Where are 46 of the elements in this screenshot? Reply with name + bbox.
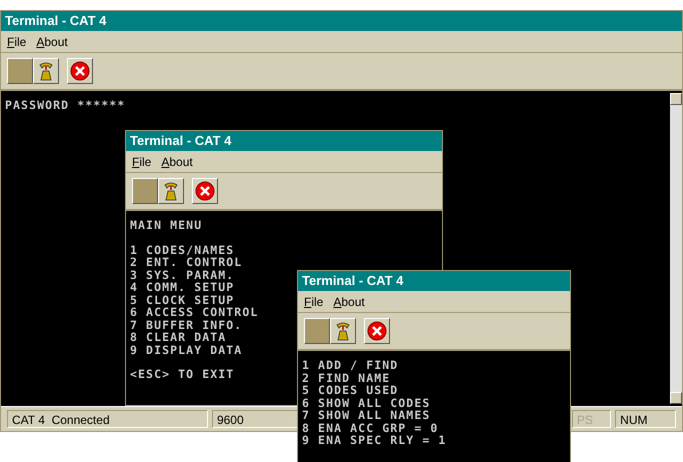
terminal-line: <ESC> TO EXIT — [130, 368, 234, 380]
terminal-line: 6 SHOW ALL CODES — [302, 396, 430, 409]
terminal-line: 2 ENT. CONTROL — [130, 256, 242, 268]
menu-item[interactable]: About — [161, 154, 193, 168]
terminal-line: 7 BUFFER INFO. — [130, 318, 242, 331]
phone-button[interactable] — [330, 318, 356, 344]
terminal-line: 1 ADD / FIND — [302, 359, 398, 372]
phone-button[interactable] — [158, 178, 184, 204]
telephone-icon — [335, 321, 351, 341]
window-title: Terminal - CAT 4 — [126, 131, 442, 151]
blank-toolbar-button[interactable] — [132, 178, 158, 204]
menu-item[interactable]: About — [36, 34, 68, 48]
menu-item[interactable]: About — [333, 294, 365, 308]
menu-item[interactable]: File — [7, 34, 26, 48]
terminal-line: MAIN MENU — [130, 219, 202, 232]
terminal-line: 5 CLOCK SETUP — [130, 294, 234, 306]
terminal-line: PASSWORD ****** — [5, 99, 126, 112]
blank-toolbar-button[interactable] — [304, 318, 330, 344]
telephone-icon — [163, 181, 179, 201]
terminal-line: 4 COMM. SETUP — [130, 281, 234, 294]
terminal-line: 9 ENA SPEC RLY = 1 — [302, 434, 446, 446]
window-title: Terminal - CAT 4 — [1, 11, 682, 31]
close-icon — [367, 321, 387, 341]
close-button[interactable] — [67, 58, 93, 84]
terminal-line: 3 SYS. PARAM. — [130, 268, 234, 281]
menu-item[interactable]: File — [304, 294, 324, 308]
terminal-line: 9 DISPLAY DATA — [130, 344, 242, 356]
scrollbar[interactable] — [670, 93, 682, 404]
telephone-icon — [38, 61, 54, 81]
menu-item[interactable]: File — [132, 154, 152, 168]
scroll-up-button[interactable] — [670, 93, 682, 105]
close-button[interactable] — [364, 318, 390, 344]
close-button[interactable] — [192, 178, 218, 204]
phone-button[interactable] — [33, 58, 59, 84]
scroll-down-button[interactable] — [670, 392, 682, 404]
close-icon — [195, 181, 215, 201]
terminal-line: 8 CLEAR DATA — [130, 331, 226, 344]
terminal-line: 5 CODES USED — [302, 384, 398, 396]
terminal-line: 6 ACCESS CONTROL — [130, 306, 258, 318]
terminal-line: 2 FIND NAME — [302, 372, 390, 384]
terminal-line: 1 CODES/NAMES — [130, 244, 234, 256]
window-title: Terminal - CAT 4 — [298, 271, 570, 291]
blank-toolbar-button[interactable] — [7, 58, 33, 84]
close-icon — [70, 61, 90, 81]
status-panel: NUM — [615, 410, 676, 428]
status-panel: CAT 4 Connected — [7, 410, 208, 428]
